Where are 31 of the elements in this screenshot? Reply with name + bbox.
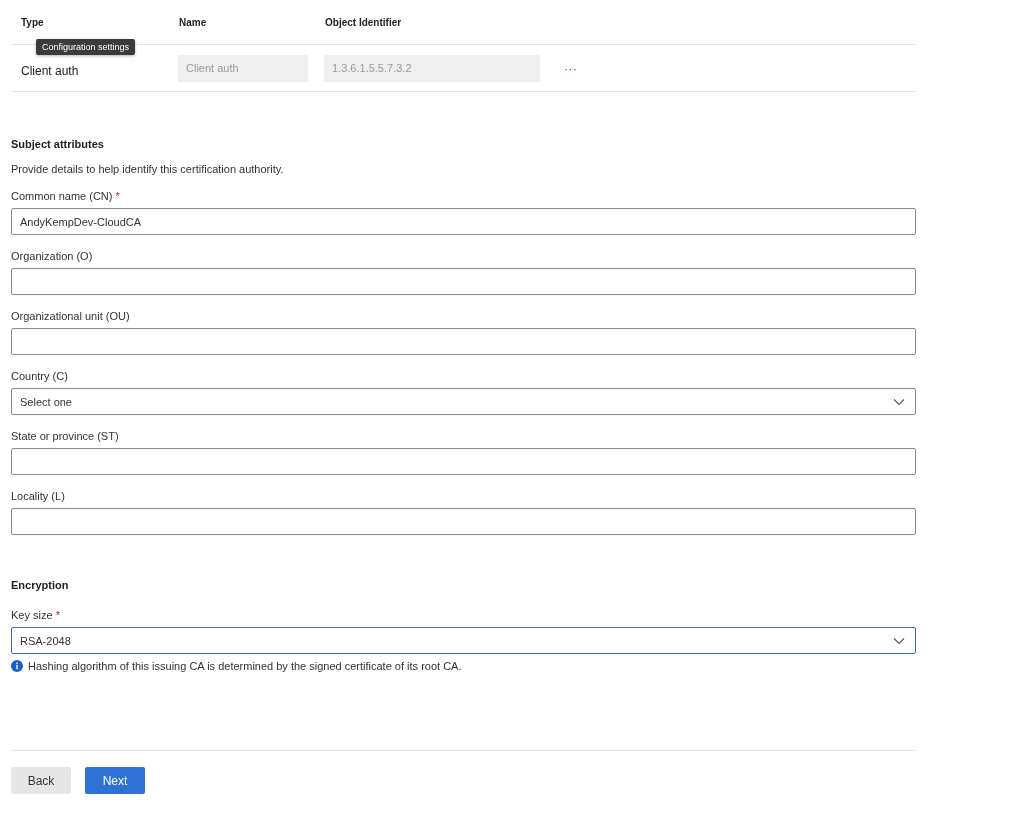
column-header: Name xyxy=(179,16,208,28)
table-cell: Client auth xyxy=(21,64,79,78)
field-label: Locality (L) xyxy=(11,490,66,502)
column-header: Type xyxy=(20,16,45,28)
chevron-down-icon xyxy=(893,397,905,406)
section-description: Provide details to help identify this certification authority. xyxy=(11,163,285,175)
field-label: Common name (CN) * xyxy=(11,190,121,202)
field-label: Organization (O) xyxy=(11,250,94,262)
text-field[interactable] xyxy=(11,328,916,355)
dropdown[interactable]: Select one xyxy=(11,388,916,415)
required-mark: * xyxy=(55,609,60,621)
field-label: Organizational unit (OU) xyxy=(11,310,131,322)
text-field[interactable] xyxy=(11,448,916,475)
chevron-down-icon xyxy=(893,636,905,645)
back-button[interactable]: Back xyxy=(11,767,71,794)
text-field[interactable]: AndyKempDev-CloudCA xyxy=(11,208,916,235)
next-button[interactable]: Next xyxy=(85,767,145,794)
more-button[interactable]: ··· xyxy=(560,60,581,76)
text-field[interactable] xyxy=(11,268,916,295)
info-text: Hashing algorithm of this issuing CA is determined by the signed certificate of its root CA. xyxy=(28,660,462,672)
section-title: Subject attributes xyxy=(11,138,105,152)
dropdown[interactable]: RSA-2048 xyxy=(11,627,916,654)
column-header: Object Identifier xyxy=(325,16,403,28)
info-icon xyxy=(11,660,23,672)
text-field[interactable] xyxy=(11,508,916,535)
required-mark: * xyxy=(115,190,120,202)
field-label: Country (C) xyxy=(11,370,69,382)
field-label: Key size * xyxy=(11,609,61,621)
section-title: Encryption xyxy=(11,579,70,593)
tooltip: Configuration settings xyxy=(36,39,136,55)
field-label: State or province (ST) xyxy=(11,430,120,442)
